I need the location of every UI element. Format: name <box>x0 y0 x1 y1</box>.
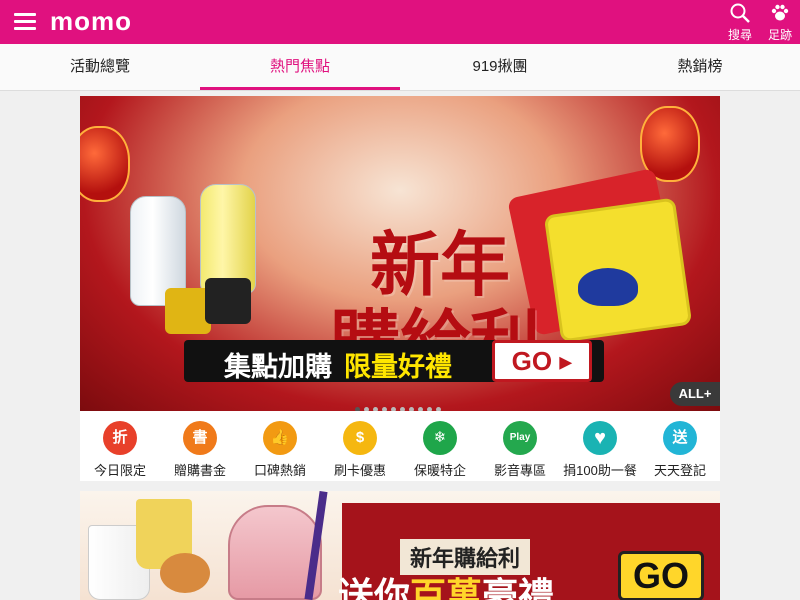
promo-sub-suffix: 豪禮 <box>482 575 555 600</box>
promo-sub-prefix: 送你 <box>338 575 411 600</box>
search-label: 搜尋 <box>727 28 752 42</box>
play-icon: Play <box>503 421 537 455</box>
footprint-button[interactable]: 足跡 <box>762 2 798 42</box>
banner-go-button[interactable]: GO ▸ <box>492 340 592 382</box>
tab-best-sellers[interactable]: 熱銷榜 <box>600 44 800 90</box>
promo-sub-highlight: 百萬 <box>410 575 483 600</box>
category-card-offers[interactable]: $ 刷卡優惠 <box>320 417 400 478</box>
discount-icon: 折 <box>103 421 137 455</box>
category-label: 贈購書金 <box>173 463 226 478</box>
category-today-deals[interactable]: 折 今日限定 <box>80 417 160 478</box>
category-top-rated[interactable]: 👍 口碑熱銷 <box>240 417 320 478</box>
promo-banner[interactable]: 新年購給利 送你百萬豪禮 GO <box>80 491 720 600</box>
category-label: 保暖特企 <box>413 463 466 478</box>
promo-subtitle: 送你百萬豪禮 <box>338 567 554 600</box>
thumbs-up-icon: 👍 <box>263 421 297 455</box>
top-header: momo 搜尋 足跡 <box>0 0 800 44</box>
category-label: 影音專區 <box>493 463 546 478</box>
heart-icon: ♥ <box>583 421 617 455</box>
category-label: 刷卡優惠 <box>333 463 386 478</box>
speaker-image <box>205 278 251 324</box>
gift-icon: 送 <box>663 421 697 455</box>
tab-events[interactable]: 活動總覽 <box>0 44 200 90</box>
all-banners-button[interactable]: ALL+ <box>670 382 720 406</box>
strip-highlight: 限量好禮 <box>344 352 452 382</box>
donut-image <box>160 553 210 593</box>
search-button[interactable]: 搜尋 <box>722 2 758 42</box>
category-label: 口碑熱銷 <box>253 463 306 478</box>
footprint-label: 足跡 <box>767 28 792 42</box>
tab-hot-focus[interactable]: 熱門焦點 <box>200 44 400 90</box>
momo-logo[interactable]: momo <box>50 6 132 37</box>
category-label: 今日限定 <box>93 463 146 478</box>
tab-group-buy[interactable]: 919揪團 <box>400 44 600 90</box>
promo-go-button[interactable]: GO <box>618 551 704 600</box>
strip-text: 集點加購 <box>224 352 332 382</box>
category-label: 捐100助一餐 <box>563 463 637 478</box>
go-label: GO <box>511 346 553 376</box>
category-media[interactable]: Play 影音專區 <box>480 417 560 478</box>
category-donate-meal[interactable]: ♥ 捐100助一餐 <box>560 417 640 478</box>
banner-headline-line1: 新年 <box>370 223 510 306</box>
category-winter-warmth[interactable]: ❄ 保暖特企 <box>400 417 480 478</box>
active-tab-indicator <box>200 87 400 90</box>
paw-icon <box>771 4 789 21</box>
category-label: 天天登記 <box>653 463 706 478</box>
book-icon: 書 <box>183 421 217 455</box>
category-bar: 折 今日限定 書 贈購書金 👍 口碑熱銷 $ 刷卡優惠 ❄ 保暖特企 Play … <box>80 411 720 481</box>
lantern-image <box>80 126 130 202</box>
category-daily-signup[interactable]: 送 天天登記 <box>640 417 720 478</box>
category-book-credit[interactable]: 書 贈購書金 <box>160 417 240 478</box>
snowflake-icon: ❄ <box>423 421 457 455</box>
menu-icon[interactable] <box>14 13 36 31</box>
search-icon <box>730 3 750 23</box>
coin-icon: $ <box>343 421 377 455</box>
hero-banner[interactable]: 新年 購給利 集點加購 限量好禮 GO ▸ <box>80 96 720 411</box>
tab-bar: 活動總覽 熱門焦點 919揪團 熱銷榜 <box>0 44 800 91</box>
